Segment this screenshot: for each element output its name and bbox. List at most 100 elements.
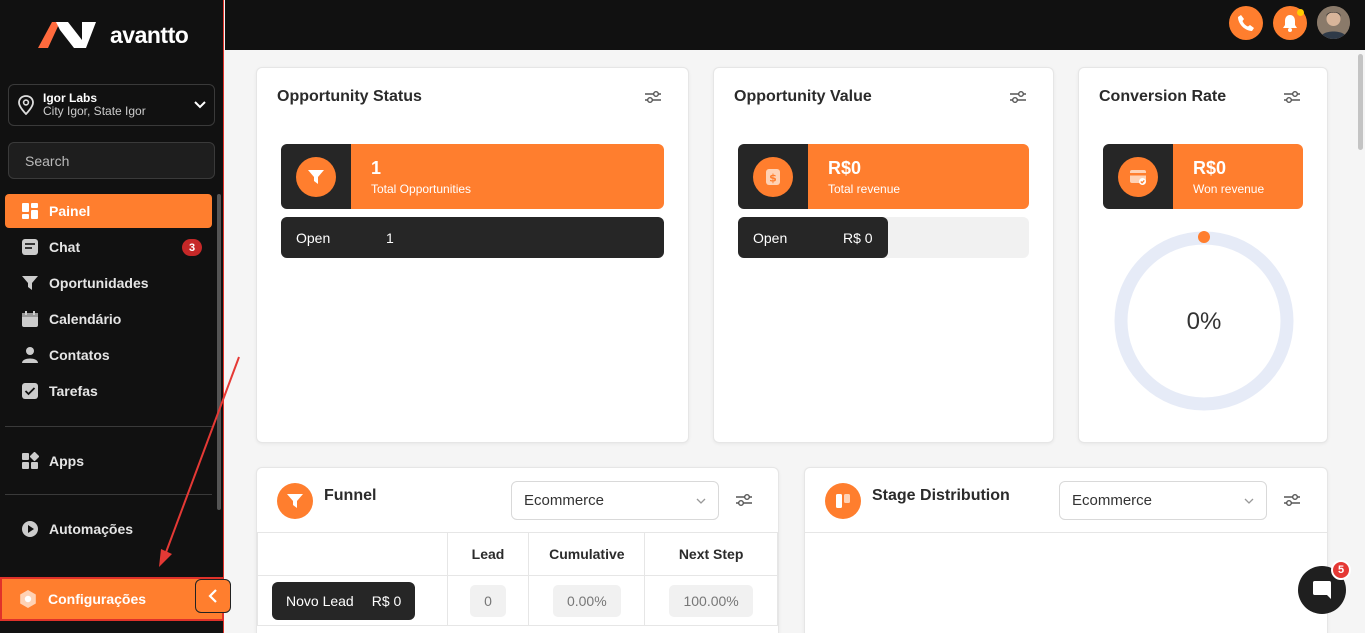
chat-icon — [22, 239, 38, 255]
sidebar-item-label: Oportunidades — [49, 275, 149, 291]
notification-dot — [1297, 9, 1304, 16]
brand-name: avantto — [110, 21, 189, 48]
sidebar-scrollbar[interactable] — [217, 194, 221, 510]
gear-icon — [20, 590, 36, 608]
chevron-down-icon — [194, 101, 206, 109]
top-bar — [225, 0, 1365, 50]
stat-value: R$0 — [1193, 158, 1227, 178]
avatar-icon — [1317, 6, 1350, 39]
sidebar-item-label: Contatos — [49, 347, 110, 363]
chevron-left-icon — [208, 589, 217, 603]
sidebar-item-contatos[interactable]: Contatos — [5, 338, 212, 372]
funnel-icon — [287, 494, 303, 508]
sidebar: avantto Igor Labs City Igor, State Igor — [0, 0, 224, 633]
stage-chip[interactable]: Novo Lead R$ 0 — [272, 581, 416, 620]
stat-value: 1 — [371, 158, 382, 178]
user-avatar[interactable] — [1317, 6, 1350, 39]
sidebar-item-label: Painel — [49, 203, 91, 219]
avantto-logo-icon — [38, 22, 96, 48]
sidebar-item-chat[interactable]: Chat 3 — [5, 230, 212, 264]
filter-settings-icon[interactable] — [1009, 90, 1027, 104]
open-label: Open — [753, 229, 788, 246]
column-header: Cumulative — [528, 532, 646, 576]
unread-badge: 3 — [182, 239, 202, 256]
open-opportunities-bar: Open 1 — [281, 217, 664, 258]
conversion-rate-card: Conversion Rate R$0 Won revenue 0% — [1078, 67, 1328, 443]
sidebar-item-label: Configurações — [48, 591, 147, 607]
stat-value: R$0 — [828, 158, 862, 178]
stage-pipeline-select[interactable]: Ecommerce — [1059, 481, 1267, 520]
stat-label: Won revenue — [1193, 182, 1265, 196]
search-input[interactable] — [25, 152, 206, 169]
card-title: Conversion Rate — [1099, 88, 1227, 105]
stat-label: Total Opportunities — [371, 182, 472, 196]
open-label: Open — [296, 229, 331, 246]
location-switcher[interactable]: Igor Labs City Igor, State Igor — [8, 84, 215, 126]
opportunity-status-card: Opportunity Status 1 Total Opportunities… — [256, 67, 689, 443]
sidebar-item-label: Automações — [49, 521, 134, 537]
sidebar-item-automacoes[interactable]: Automações — [5, 512, 212, 546]
column-header: Next Step — [644, 532, 778, 576]
user-icon — [22, 347, 38, 363]
map-pin-icon — [18, 95, 34, 115]
checkbox-icon — [22, 383, 38, 399]
kanban-icon — [836, 494, 850, 508]
open-value-bar: Open R$ 0 — [738, 217, 888, 258]
next-step-cell: 100.00% — [644, 575, 778, 626]
gauge-marker — [1198, 231, 1210, 243]
table-row: Novo Lead R$ 0 0 0.00% 100.00% — [257, 575, 778, 626]
cumulative-value: 0.00% — [552, 584, 621, 617]
bell-icon — [1283, 15, 1297, 32]
won-revenue-stat: R$0 Won revenue — [1103, 144, 1303, 209]
funnel-header-icon — [277, 483, 313, 519]
money-icon: $ — [766, 168, 780, 185]
location-address: City Igor, State Igor — [43, 104, 146, 118]
sidebar-item-painel[interactable]: Painel — [5, 194, 212, 228]
stage-cell: Novo Lead R$ 0 — [257, 575, 448, 626]
collapse-sidebar-button[interactable] — [195, 579, 231, 613]
total-opportunities-stat: 1 Total Opportunities — [281, 144, 664, 209]
card-title: Opportunity Value — [734, 88, 872, 105]
notifications-button[interactable] — [1273, 6, 1307, 40]
sidebar-item-label: Tarefas — [49, 383, 98, 399]
funnel-icon — [22, 276, 38, 290]
lead-count: 0 — [470, 584, 506, 617]
table-header-row: Lead Cumulative Next Step — [257, 532, 778, 576]
chat-bubble-icon — [1313, 581, 1331, 599]
filter-settings-icon[interactable] — [1283, 493, 1301, 507]
filter-settings-icon[interactable] — [644, 90, 662, 104]
sidebar-divider — [5, 426, 212, 427]
sidebar-item-apps[interactable]: Apps — [5, 444, 212, 478]
opportunity-value-card: Opportunity Value $ R$0 Total revenue Op… — [713, 67, 1054, 443]
chevron-down-icon — [1244, 498, 1254, 504]
brand-logo[interactable]: avantto — [38, 18, 189, 52]
phone-button[interactable] — [1229, 6, 1263, 40]
stage-amount: R$ 0 — [371, 592, 402, 609]
card-title: Opportunity Status — [277, 88, 422, 105]
sidebar-item-configuracoes[interactable]: Configurações — [0, 577, 224, 621]
sidebar-item-tarefas[interactable]: Tarefas — [5, 374, 212, 408]
funnel-pipeline-select[interactable]: Ecommerce — [511, 481, 719, 520]
column-header — [257, 532, 448, 576]
funnel-table: Lead Cumulative Next Step Novo Lead R$ 0… — [257, 532, 778, 626]
play-icon — [22, 521, 38, 537]
conversion-rate-value: 0% — [1187, 308, 1222, 335]
sidebar-item-oportunidades[interactable]: Oportunidades — [5, 266, 212, 300]
open-value: R$ 0 — [843, 229, 873, 246]
phone-icon — [1238, 15, 1254, 31]
stage-distribution-card: Stage Distribution Ecommerce — [804, 467, 1328, 633]
sidebar-item-calendario[interactable]: Calendário — [5, 302, 212, 336]
calendar-icon — [22, 311, 38, 327]
main-scrollbar[interactable] — [1358, 54, 1363, 150]
filter-settings-icon[interactable] — [1283, 90, 1301, 104]
column-header: Lead — [446, 532, 530, 576]
sidebar-item-label: Chat — [49, 239, 81, 255]
won-card-icon — [1130, 169, 1146, 185]
search-box — [8, 142, 215, 179]
total-revenue-stat: $ R$0 Total revenue — [738, 144, 1029, 209]
cumulative-cell: 0.00% — [528, 575, 646, 626]
stat-label: Total revenue — [828, 182, 901, 196]
filter-settings-icon[interactable] — [735, 493, 753, 507]
card-title: Funnel — [324, 487, 377, 504]
lead-cell: 0 — [446, 575, 530, 626]
